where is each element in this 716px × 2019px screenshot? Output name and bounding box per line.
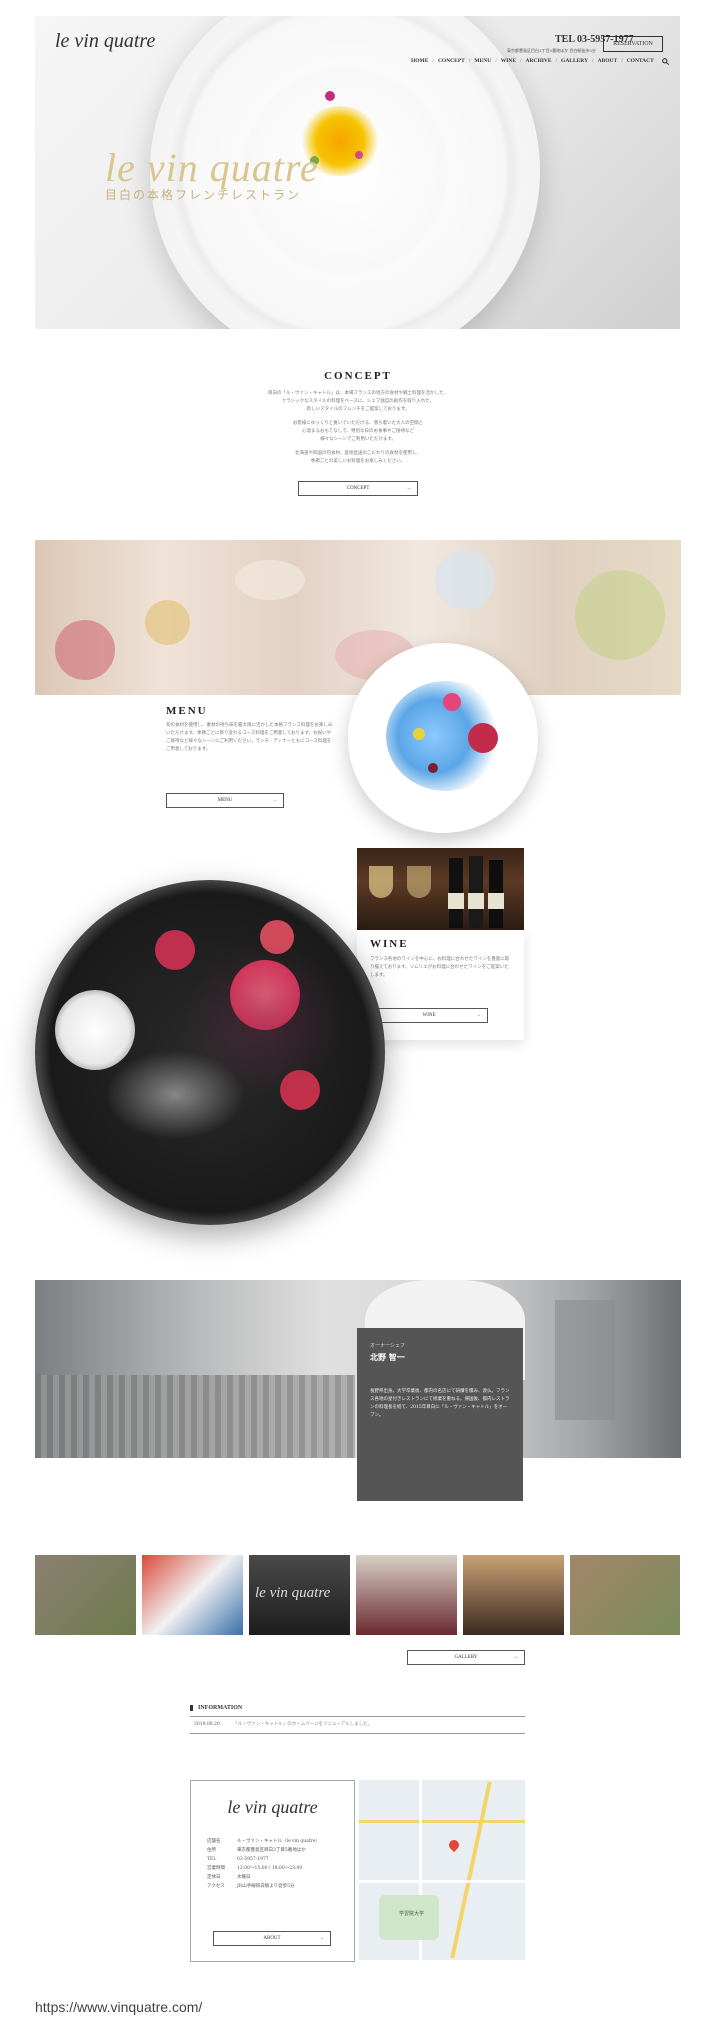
chef-text: 長野県出身。大学卒業後、都内の名店にて研鑽を積み、渡仏。フランス各地の星付きレス…: [370, 1389, 510, 1418]
menu-text: 旬の食材を使用し、素材の持ち味を最大限に活かした本格フランス料理をお楽しみいただ…: [166, 723, 333, 752]
chef-name: 北野 智一: [370, 1352, 405, 1362]
reservation-label: RESERVATION: [613, 41, 653, 47]
access-info: 店舗名 ル・ヴァン・キャトル（le vin quatre） 住所 東京都豊島区目白3…: [207, 1839, 320, 1889]
nav-gallery[interactable]: GALLERY: [557, 58, 592, 67]
gallery-thumb[interactable]: le vin quatre: [249, 1555, 350, 1635]
access-map[interactable]: 学習院大学: [359, 1780, 525, 1960]
nav-menu[interactable]: MENU: [470, 58, 495, 67]
gallery-thumb[interactable]: [142, 1555, 243, 1635]
map-pin-icon[interactable]: [446, 1837, 462, 1853]
main-nav: HOME / CONCEPT / MENU / WINE / ARCHIVE / GALL…: [407, 58, 673, 67]
gallery-thumb[interactable]: [35, 1555, 136, 1635]
chef-role: オーナーシェフ: [370, 1343, 405, 1349]
page-url: https://www.vinquatre.com/: [35, 1999, 203, 2015]
wine-text: フランス各地のワインを中心に、お料理に合わせたワインを豊富に取り揃えております。…: [370, 957, 510, 978]
menu-button[interactable]: MENU →: [166, 793, 284, 808]
menu-plate-image: [348, 643, 538, 833]
access-card: le vin quatre 店舗名 ル・ヴァン・キャトル（le vin quatr…: [190, 1780, 355, 1962]
menu-title: MENU: [166, 705, 208, 717]
reservation-button[interactable]: RESERVATION: [603, 36, 663, 52]
search-icon[interactable]: [658, 58, 673, 67]
nav-home[interactable]: HOME: [407, 58, 432, 67]
nav-about[interactable]: ABOUT: [594, 58, 622, 67]
gallery-thumb[interactable]: [356, 1555, 457, 1635]
chef-card: オーナーシェフ 北野 智一 長野県出身。大学卒業後、都内の名店にて研鑽を積み、渡…: [357, 1328, 523, 1501]
wine-title: WINE: [370, 938, 409, 950]
nav-concept[interactable]: CONCEPT: [434, 58, 469, 67]
hero-subtitle: 目白の本格フレンチレストラン: [105, 188, 302, 202]
site-logo[interactable]: le vin quatre: [55, 30, 155, 53]
news-date: 2019.08.20: [194, 1722, 220, 1727]
wine-button[interactable]: WINE →: [370, 1008, 488, 1023]
header-address: 東京都豊島区目白3丁目5番地ほか 目白駅徒歩5分: [507, 48, 596, 53]
wine-image: [357, 848, 524, 930]
news-item[interactable]: 2019.08.20 「ル・ヴァン・キャトル」のホームページをリニューアルしまし…: [190, 1716, 525, 1734]
gallery-thumb[interactable]: [463, 1555, 564, 1635]
gallery-thumb[interactable]: [570, 1555, 680, 1635]
nav-contact[interactable]: CONTACT: [623, 58, 658, 67]
about-button[interactable]: ABOUT →: [213, 1931, 331, 1946]
news-text[interactable]: 「ル・ヴァン・キャトル」のホームページをリニューアルしました。: [233, 1722, 372, 1727]
nav-archive[interactable]: ARCHIVE: [522, 58, 556, 67]
concept-button[interactable]: CONCEPT →: [298, 481, 418, 496]
information-title: INFORMATION: [190, 1705, 525, 1711]
dessert-plate-image: [35, 880, 385, 1225]
nav-wine[interactable]: WINE: [497, 58, 520, 67]
footer-logo: le vin quatre: [227, 1797, 318, 1817]
gallery-button[interactable]: GALLERY →: [407, 1650, 525, 1665]
concept-title: CONCEPT: [324, 370, 392, 382]
hero-section: le vin quatre TEL 03-5957-1977 東京都豊島区目白3…: [35, 16, 680, 329]
hero-title: le vin quatre: [105, 145, 319, 190]
information-section: INFORMATION 2019.08.20 「ル・ヴァン・キャトル」のホームペ…: [190, 1705, 525, 1734]
menu-ingredients-image: [35, 540, 681, 695]
concept-text: 目白の「ル・ヴァン・キャトル」は、本場フランスの地方の食材や郷土料理を活かした、…: [268, 391, 448, 464]
map-label: 学習院大学: [399, 1911, 425, 1917]
